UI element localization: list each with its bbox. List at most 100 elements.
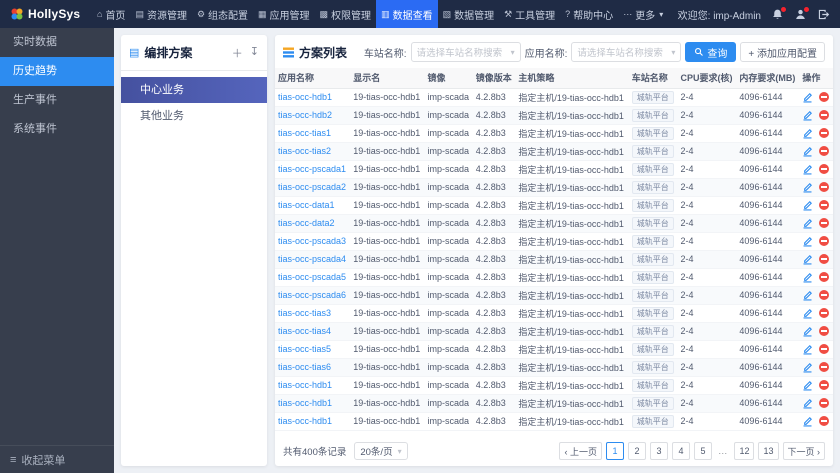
app-name-cell[interactable]: tias-occ-data2 xyxy=(275,214,351,233)
plan-item[interactable]: 其他业务 xyxy=(121,103,267,129)
edit-icon[interactable] xyxy=(802,128,813,139)
nav-item-more[interactable]: ⋯ 更多 ▾ xyxy=(618,0,668,28)
app-select[interactable]: 请选择车站名称搜索 ▾ xyxy=(571,42,682,62)
add-app-config-button[interactable]: + 添加应用配置 xyxy=(740,42,825,62)
app-name-cell[interactable]: tias-occ-tias5 xyxy=(275,340,351,359)
delete-icon[interactable] xyxy=(819,146,830,157)
app-name-cell[interactable]: tias-occ-pscada3 xyxy=(275,232,351,251)
delete-icon[interactable] xyxy=(819,380,830,391)
nav-item-tools[interactable]: ⚒ 工具管理 xyxy=(499,0,560,28)
station-select[interactable]: 请选择车站名称搜索 ▾ xyxy=(410,42,521,62)
app-name-cell[interactable]: tias-occ-pscada6 xyxy=(275,286,351,305)
app-name-cell[interactable]: tias-occ-tias2 xyxy=(275,142,351,161)
next-page-button[interactable]: 下一页 › xyxy=(782,442,825,460)
station-tag: 城轨平台 xyxy=(631,270,674,284)
page-button-2[interactable]: 2 xyxy=(627,442,646,460)
nav-item-help[interactable]: ? 帮助中心 xyxy=(560,0,618,28)
page-button-1[interactable]: 1 xyxy=(605,442,624,460)
delete-icon[interactable] xyxy=(819,254,830,265)
edit-icon[interactable] xyxy=(802,308,813,319)
edit-icon[interactable] xyxy=(802,218,813,229)
plan-item[interactable]: 中心业务 xyxy=(121,77,267,103)
user-icon[interactable] xyxy=(794,5,810,21)
nav-item-permission[interactable]: ▩ 权限管理 xyxy=(315,0,377,28)
app-name-cell[interactable]: tias-occ-hdb1 xyxy=(275,88,351,107)
delete-icon[interactable] xyxy=(819,164,830,175)
edit-icon[interactable] xyxy=(802,380,813,391)
page-button-3[interactable]: 3 xyxy=(649,442,668,460)
edit-icon[interactable] xyxy=(802,326,813,337)
edit-icon[interactable] xyxy=(802,272,813,283)
edit-icon[interactable] xyxy=(802,254,813,265)
nav-item-data-manage[interactable]: ▧ 数据管理 xyxy=(438,0,500,28)
edit-icon[interactable] xyxy=(802,182,813,193)
sidebar-item[interactable]: 生产事件 xyxy=(0,86,114,115)
nav-item-app[interactable]: ▦ 应用管理 xyxy=(253,0,315,28)
delete-icon[interactable] xyxy=(819,416,830,427)
delete-icon[interactable] xyxy=(819,398,830,409)
app-name-cell[interactable]: tias-occ-hdb1 xyxy=(275,394,351,413)
station-cell: 城轨平台 xyxy=(628,376,678,395)
delete-icon[interactable] xyxy=(819,200,830,211)
delete-icon[interactable] xyxy=(819,344,830,355)
app-name-cell[interactable]: tias-occ-tias1 xyxy=(275,124,351,143)
sidebar-item[interactable]: 系统事件 xyxy=(0,115,114,144)
page-button-12[interactable]: 12 xyxy=(734,442,755,460)
delete-icon[interactable] xyxy=(819,218,830,229)
delete-icon[interactable] xyxy=(819,308,830,319)
delete-icon[interactable] xyxy=(819,182,830,193)
add-plan-icon[interactable]: ＋ xyxy=(232,45,243,61)
app-name-cell[interactable]: tias-occ-tias6 xyxy=(275,358,351,377)
delete-icon[interactable] xyxy=(819,290,830,301)
edit-icon[interactable] xyxy=(802,398,813,409)
delete-icon[interactable] xyxy=(819,362,830,373)
nav-item-data-view[interactable]: ▥ 数据查看 xyxy=(376,0,438,28)
app-name-cell[interactable]: tias-occ-pscada1 xyxy=(275,160,351,179)
nav-item-resource[interactable]: ▤ 资源管理 xyxy=(130,0,192,28)
edit-icon[interactable] xyxy=(802,290,813,301)
delete-icon[interactable] xyxy=(819,128,830,139)
delete-icon[interactable] xyxy=(819,92,830,103)
app-name-cell[interactable]: tias-occ-hdb1 xyxy=(275,376,351,395)
nav-item-home[interactable]: ⌂ 首页 xyxy=(92,0,130,28)
edit-icon[interactable] xyxy=(802,164,813,175)
edit-icon[interactable] xyxy=(802,110,813,121)
page-button-13[interactable]: 13 xyxy=(758,442,779,460)
app-name-cell[interactable]: tias-occ-pscada4 xyxy=(275,250,351,269)
memory-cell: 4096-6144 xyxy=(736,394,800,413)
page-button-5[interactable]: 5 xyxy=(693,442,712,460)
column-header: 内存要求(MB) xyxy=(736,68,800,89)
delete-icon[interactable] xyxy=(819,236,830,247)
sidebar-item[interactable]: 实时数据 xyxy=(0,28,114,57)
app-name-cell[interactable]: tias-occ-pscada2 xyxy=(275,178,351,197)
nav-item-config[interactable]: ⚙ 组态配置 xyxy=(192,0,253,28)
collapse-menu-button[interactable]: ≡ 收起菜单 xyxy=(0,445,114,473)
import-plan-icon[interactable]: ↧ xyxy=(250,45,259,61)
edit-icon[interactable] xyxy=(802,416,813,427)
app-name-cell[interactable]: tias-occ-tias3 xyxy=(275,304,351,323)
cpu-cell: 2-4 xyxy=(677,160,737,179)
delete-icon[interactable] xyxy=(819,272,830,283)
app-name-cell[interactable]: tias-occ-pscada5 xyxy=(275,268,351,287)
page-button-4[interactable]: 4 xyxy=(671,442,690,460)
search-button[interactable]: 查询 xyxy=(685,42,737,62)
nav-item-label: 工具管理 xyxy=(515,10,556,22)
prev-page-button[interactable]: ‹ 上一页 xyxy=(559,442,602,460)
sidebar-item[interactable]: 历史趋势 xyxy=(0,57,114,86)
delete-icon[interactable] xyxy=(819,110,830,121)
app-name-cell[interactable]: tias-occ-data1 xyxy=(275,196,351,215)
app-name-cell[interactable]: tias-occ-tias4 xyxy=(275,322,351,341)
edit-icon[interactable] xyxy=(802,362,813,373)
edit-icon[interactable] xyxy=(802,236,813,247)
edit-icon[interactable] xyxy=(802,146,813,157)
image-cell: imp-scada xyxy=(424,304,473,323)
edit-icon[interactable] xyxy=(802,344,813,355)
app-name-cell[interactable]: tias-occ-hdb2 xyxy=(275,106,351,125)
app-name-cell[interactable]: tias-occ-hdb1 xyxy=(275,412,351,431)
page-size-select[interactable]: 20条/页 ▾ xyxy=(354,442,408,460)
delete-icon[interactable] xyxy=(819,326,830,337)
edit-icon[interactable] xyxy=(802,200,813,211)
notifications-bell-icon[interactable] xyxy=(771,5,787,21)
logout-icon[interactable] xyxy=(817,8,830,21)
edit-icon[interactable] xyxy=(802,92,813,103)
